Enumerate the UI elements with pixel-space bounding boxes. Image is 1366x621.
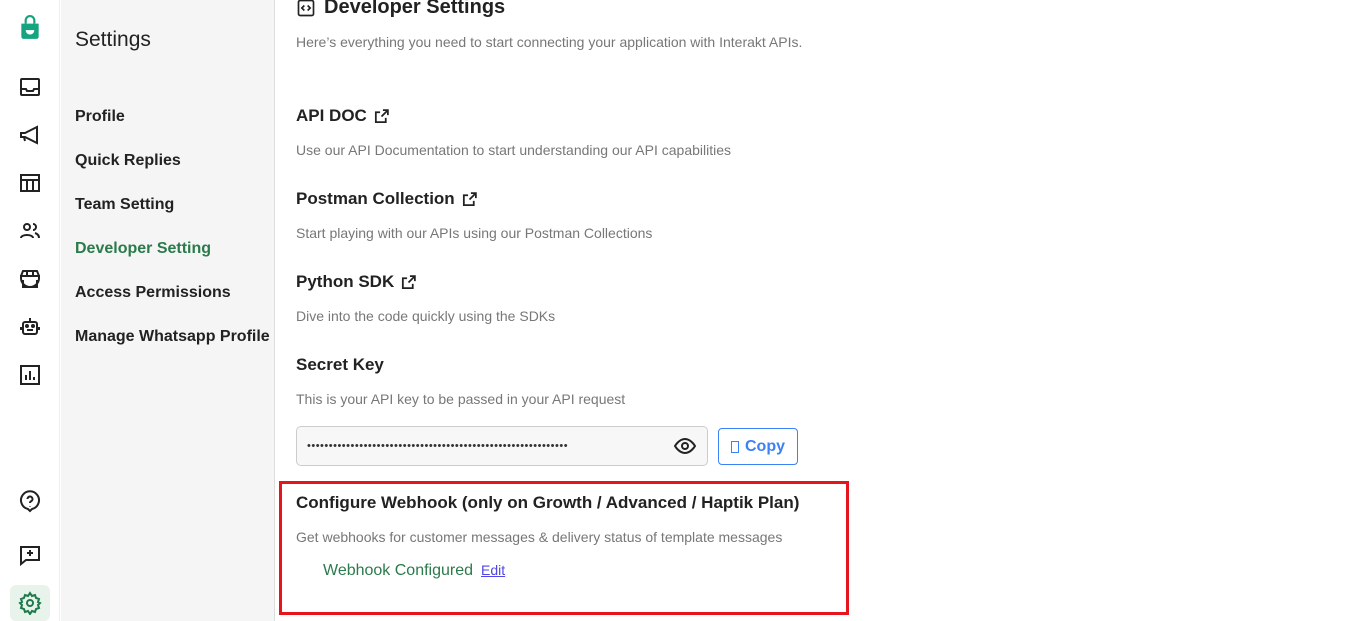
- secret-key-description: This is your API key to be passed in you…: [296, 391, 626, 407]
- highlight-box: [279, 481, 849, 615]
- eye-icon[interactable]: [673, 434, 697, 458]
- settings-icon[interactable]: [10, 585, 50, 621]
- help-icon[interactable]: [10, 484, 50, 520]
- feedback-icon[interactable]: [10, 537, 50, 573]
- external-link-icon: [462, 191, 477, 206]
- megaphone-icon[interactable]: [10, 117, 50, 153]
- table-icon[interactable]: [10, 165, 50, 201]
- sidebar-item-profile[interactable]: Profile: [75, 108, 125, 126]
- bot-icon[interactable]: [10, 309, 50, 345]
- icon-rail: [0, 0, 60, 621]
- brand-logo-icon[interactable]: [10, 10, 50, 46]
- postman-description: Start playing with our APIs using our Po…: [296, 225, 653, 241]
- external-link-icon: [402, 274, 416, 289]
- code-icon: [297, 0, 315, 16]
- analytics-icon[interactable]: [10, 357, 50, 393]
- copy-icon: [731, 440, 739, 453]
- copy-button[interactable]: Copy: [718, 428, 798, 465]
- external-link-icon: [374, 108, 389, 123]
- secret-key-heading: Secret Key: [296, 355, 384, 374]
- contacts-icon[interactable]: [10, 213, 50, 249]
- sidebar-title: Settings: [75, 28, 151, 51]
- sidebar-item-access-permissions[interactable]: Access Permissions: [75, 284, 231, 302]
- page-subtitle: Here’s everything you need to start conn…: [296, 34, 803, 50]
- store-icon[interactable]: [10, 261, 50, 297]
- settings-sidebar: Settings Profile Quick Replies Team Sett…: [61, 0, 275, 621]
- page-title: Developer Settings: [296, 0, 505, 19]
- secret-key-field[interactable]: ••••••••••••••••••••••••••••••••••••••••…: [296, 426, 708, 466]
- api-doc-description: Use our API Documentation to start under…: [296, 142, 732, 158]
- python-sdk-link[interactable]: Python SDK: [296, 272, 417, 292]
- sidebar-item-developer-setting[interactable]: Developer Setting: [75, 240, 211, 258]
- inbox-icon[interactable]: [10, 69, 50, 105]
- sidebar-item-manage-whatsapp-profile[interactable]: Manage Whatsapp Profile: [75, 328, 270, 346]
- postman-collection-link[interactable]: Postman Collection: [296, 189, 478, 209]
- api-doc-link[interactable]: API DOC: [296, 106, 390, 126]
- sidebar-item-team-setting[interactable]: Team Setting: [75, 196, 174, 214]
- sidebar-item-quick-replies[interactable]: Quick Replies: [75, 152, 181, 170]
- python-sdk-description: Dive into the code quickly using the SDK…: [296, 308, 556, 324]
